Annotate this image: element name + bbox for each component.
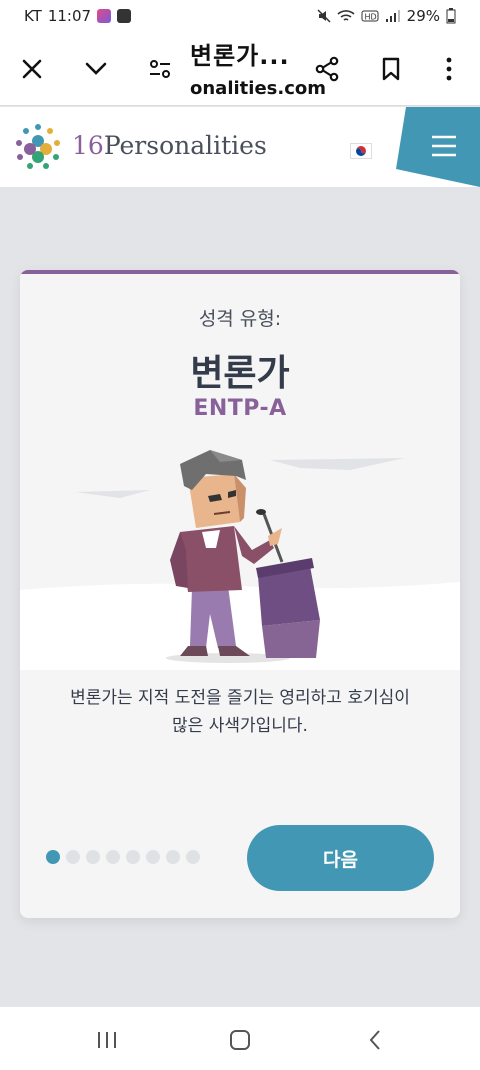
battery-percent: 29% xyxy=(406,7,440,25)
share-icon[interactable] xyxy=(312,54,342,84)
slide-dot-3[interactable] xyxy=(86,850,100,864)
next-button[interactable]: 다음 xyxy=(247,825,434,891)
app-notification-icon xyxy=(97,9,112,23)
logo-word: Personalities xyxy=(103,131,267,160)
chevron-down-icon[interactable] xyxy=(81,54,111,84)
signal-icon xyxy=(385,10,400,22)
korea-flag-icon[interactable] xyxy=(350,143,372,159)
personality-type-kicker: 성격 유형: xyxy=(198,308,282,330)
back-icon[interactable] xyxy=(358,1023,392,1057)
wifi-icon xyxy=(337,10,355,21)
type-description-line1: 변론가는 지적 도전을 즐기는 영리하고 호기심이 xyxy=(70,688,410,708)
page-url[interactable]: onalities.com xyxy=(190,78,326,99)
slide-dot-5[interactable] xyxy=(126,850,140,864)
battery-icon xyxy=(446,8,456,24)
slide-dot-7[interactable] xyxy=(166,850,180,864)
site-header: 16Personalities xyxy=(0,107,480,187)
type-name: 변론가 xyxy=(190,353,290,394)
bookmark-icon[interactable] xyxy=(376,54,406,84)
svg-text:HD: HD xyxy=(364,13,376,22)
slide-dot-2[interactable] xyxy=(66,850,80,864)
slide-dot-8[interactable] xyxy=(186,850,200,864)
logo-number: 16 xyxy=(72,131,104,160)
slide-indicator xyxy=(46,850,200,864)
more-icon[interactable] xyxy=(434,54,464,84)
browser-toolbar: 변론가... onalities.com xyxy=(0,32,480,106)
type-description: 변론가는 지적 도전을 즐기는 영리하고 호기심이 많은 사색가입니다. xyxy=(40,684,440,740)
gallery-notification-icon xyxy=(117,9,132,23)
hd-icon: HD xyxy=(361,10,379,22)
home-icon[interactable] xyxy=(223,1023,257,1057)
logo-wordmark[interactable]: 16Personalities xyxy=(72,131,267,160)
page-title: 변론가... xyxy=(190,42,290,70)
system-nav-bar xyxy=(0,1006,480,1070)
mute-icon xyxy=(317,9,331,23)
type-code: ENTP-A xyxy=(193,396,287,421)
slide-dot-4[interactable] xyxy=(106,850,120,864)
card-accent-bar xyxy=(20,270,460,274)
recents-icon[interactable] xyxy=(90,1023,124,1057)
type-description-line2: 많은 사색가입니다. xyxy=(172,716,308,736)
menu-button[interactable] xyxy=(396,107,480,187)
close-icon[interactable] xyxy=(17,54,47,84)
debater-illustration xyxy=(20,450,460,670)
slide-dot-1[interactable] xyxy=(46,850,60,864)
intro-card: 성격 유형: 변론가 ENTP-A 변론가는 지적 도전을 즐기는 영리하고 호… xyxy=(20,270,460,918)
status-bar: KT 11:07 HD 29% xyxy=(0,0,480,32)
clock: 11:07 xyxy=(47,7,92,25)
logo-icon[interactable] xyxy=(12,121,64,173)
carrier-label: KT xyxy=(24,7,42,25)
site-settings-icon[interactable] xyxy=(145,54,175,84)
slide-dot-6[interactable] xyxy=(146,850,160,864)
